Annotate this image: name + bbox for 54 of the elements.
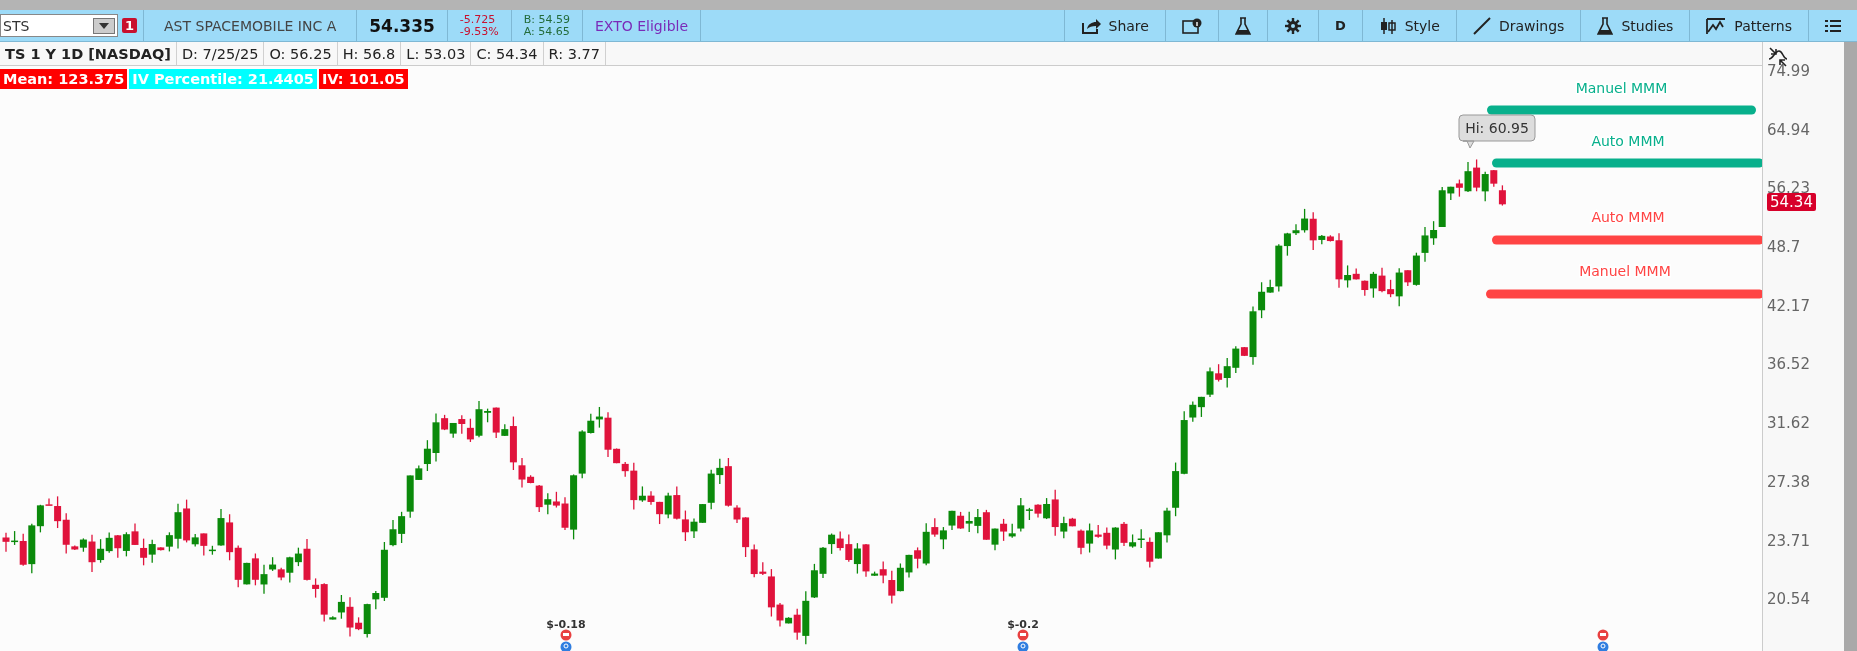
studies-button[interactable]: Studies: [1580, 10, 1690, 41]
earnings-label: $-0.18: [546, 618, 586, 631]
high-price-callout: Hi: 60.95: [1458, 114, 1536, 149]
study-value-label: IV Percentile: 21.4405: [129, 69, 317, 89]
company-name: AST SPACEMOBILE INC A: [143, 10, 357, 41]
patterns-button[interactable]: Patterns: [1689, 10, 1808, 41]
price-tick-label: 36.52: [1767, 355, 1810, 374]
earnings-label: $-0.2: [1007, 618, 1039, 631]
price-tick-label: 74.99: [1767, 62, 1810, 80]
study-value-label: IV: 101.05: [318, 69, 408, 89]
price-tick-label: 64.94: [1767, 120, 1810, 139]
ohlc-value: H: 56.8: [337, 42, 402, 65]
bid-price: B: 54.59: [523, 13, 570, 26]
price-tick-label: 23.71: [1767, 531, 1810, 550]
drawings-button[interactable]: Drawings: [1455, 10, 1581, 41]
ohlc-value: R: 3.77: [543, 42, 606, 65]
share-icon: [1080, 17, 1101, 34]
event-marker-icon[interactable]: [1017, 629, 1029, 651]
net-change: -5.725: [459, 13, 496, 26]
ask-price: A: 54.65: [523, 25, 570, 38]
event-marker-icon[interactable]: [1597, 629, 1609, 651]
price-tick-label: 20.54: [1767, 590, 1810, 609]
flask-icon: [1597, 16, 1614, 35]
menu-icon: [1825, 18, 1841, 33]
level-label: Auto MMM: [1591, 133, 1665, 149]
window-info-icon: [1181, 17, 1202, 34]
price-tick-label: 31.62: [1767, 414, 1810, 433]
symbol-field[interactable]: STS: [0, 14, 118, 37]
chart-description: TS 1 Y 1D [NASDAQ]: [0, 42, 177, 65]
pattern-icon: [1706, 16, 1727, 35]
timeframe-button[interactable]: D: [1317, 10, 1362, 41]
gear-icon: [1283, 16, 1302, 35]
line-icon: [1472, 16, 1491, 35]
flask-icon: [1234, 16, 1251, 35]
alert-badge[interactable]: 1: [122, 18, 138, 33]
last-price: 54.335: [356, 10, 447, 41]
level-label: Manuel MMM: [1575, 80, 1668, 96]
percent-change: -9.53%: [459, 25, 499, 38]
ohlc-value: D: 7/25/25: [176, 42, 265, 65]
event-marker-icon[interactable]: [560, 629, 572, 651]
dropdown-caret-icon[interactable]: [93, 17, 115, 34]
style-button[interactable]: Style: [1361, 10, 1456, 41]
price-tick-label: 27.38: [1767, 472, 1810, 491]
price-tick-label: 42.17: [1767, 296, 1810, 315]
price-tick-label: 48.7: [1767, 238, 1802, 257]
ohlc-value: O: 56.25: [264, 42, 338, 65]
share-button[interactable]: Share: [1063, 10, 1165, 41]
exto-status: EXTO Eligible: [582, 10, 701, 41]
study-value-label: Mean: 123.375: [0, 69, 128, 89]
level-label: Auto MMM: [1591, 209, 1665, 225]
candlestick-icon: [1378, 16, 1397, 35]
level-label: Manuel MMM: [1579, 263, 1671, 279]
ohlc-value: L: 53.03: [401, 42, 472, 65]
ohlc-value: C: 54.34: [471, 42, 544, 65]
